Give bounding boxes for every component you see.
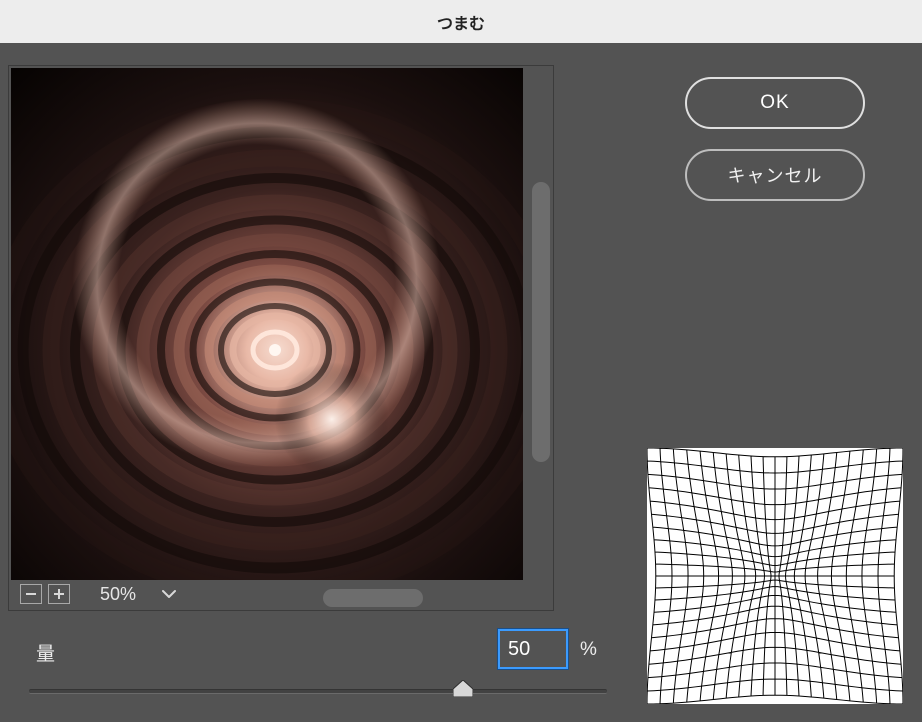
preview-horizontal-scrollbar[interactable] (197, 586, 527, 610)
cancel-button-label: キャンセル (728, 162, 823, 188)
distortion-grid-svg (647, 448, 903, 704)
ok-button-label: OK (760, 92, 789, 114)
dialog-title-bar: つまむ (0, 0, 922, 43)
amount-slider-track (29, 689, 607, 694)
preview-horizontal-scrollbar-thumb[interactable] (323, 589, 423, 607)
preview-frame: 50% (8, 65, 554, 611)
zoom-value: 50% (86, 584, 142, 605)
preview-vertical-scrollbar-thumb[interactable] (532, 182, 550, 462)
zoom-dropdown-caret[interactable] (156, 582, 182, 606)
zoom-in-button[interactable] (48, 584, 70, 604)
preview-vertical-scrollbar[interactable] (529, 67, 553, 582)
amount-slider[interactable] (29, 683, 607, 701)
zoom-controls: 50% (20, 582, 182, 606)
ok-button[interactable]: OK (685, 77, 865, 129)
zoom-out-button[interactable] (20, 584, 42, 604)
cancel-button[interactable]: キャンセル (685, 149, 865, 201)
dialog-content: 50% OK キャンセル 量 % (0, 43, 922, 722)
amount-input[interactable] (498, 629, 568, 669)
preview-canvas (11, 68, 523, 580)
preview-image[interactable] (11, 68, 523, 580)
minus-icon (24, 587, 38, 601)
zoom-select[interactable]: 50% (86, 582, 182, 606)
amount-label: 量 (36, 639, 55, 666)
distortion-grid-preview (647, 448, 903, 704)
dialog-title: つまむ (437, 10, 485, 34)
amount-slider-thumb[interactable] (453, 680, 473, 697)
chevron-down-icon (162, 589, 176, 599)
amount-unit: % (580, 639, 597, 661)
plus-icon (52, 587, 66, 601)
